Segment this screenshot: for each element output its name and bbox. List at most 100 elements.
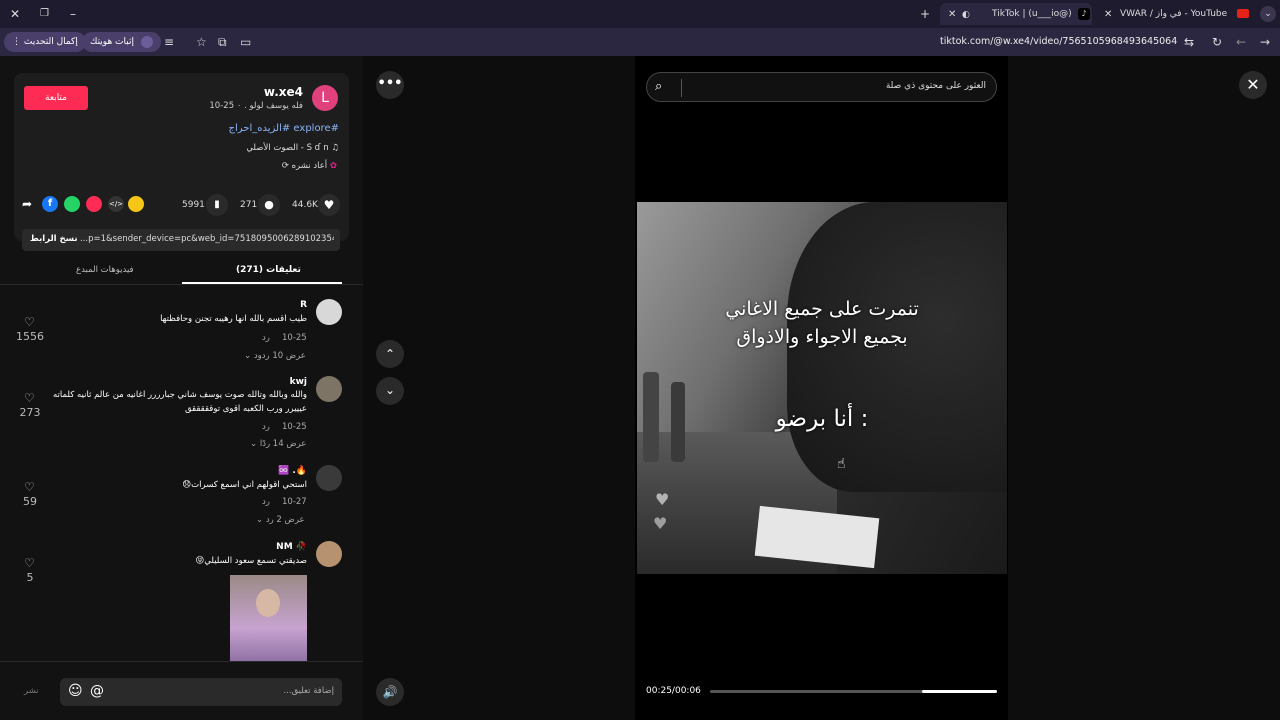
refresh-icon: ⟳ [281, 161, 289, 171]
extensions-icon[interactable]: ⧉ [218, 35, 227, 49]
video-frame[interactable]: تنمرت على جميع الاغاني بجميع الاجواء وال… [637, 202, 1007, 574]
heart-icon[interactable]: ♡ [24, 315, 35, 329]
post-link: ...p=1&sender_device=pc&web_id=751809500… [80, 234, 334, 244]
tab-label: VWAR / في واز - YouTube [1120, 9, 1228, 19]
site-settings-icon[interactable]: ⇆ [1184, 35, 1194, 49]
comment-input[interactable]: إضافة تعليق... ☺ @ [60, 678, 342, 706]
heart-icon[interactable]: ♡ [24, 556, 35, 570]
mention-icon[interactable]: @ [90, 683, 104, 699]
new-tab-icon[interactable]: + [920, 7, 930, 21]
tab-tiktok[interactable]: ✕ ◐ TikTok | (u___io@) ♪ [940, 3, 1092, 25]
address-bar[interactable]: tiktok.com/@w.xe4/video/7565105968493645… [940, 36, 1177, 47]
tab-search-icon[interactable]: ⌄ [1260, 6, 1276, 22]
search-icon[interactable]: ⌕ [655, 79, 662, 94]
sound-info[interactable]: الصوت الأصلي - S ɗ n ♫ [246, 143, 339, 153]
browser-tab-bar: ✕ ❐ – + ✕ ◐ TikTok | (u___io@) ♪ ✕ VWAR … [0, 0, 1280, 28]
avatar[interactable] [316, 299, 342, 325]
send-icon[interactable] [86, 196, 102, 212]
comment-placeholder: إضافة تعليق... [283, 686, 334, 696]
audio-icon[interactable]: ◐ [962, 8, 970, 22]
search-placeholder: العثور على محتوى ذي صلة [885, 81, 986, 91]
avatar[interactable] [316, 376, 342, 402]
avatar[interactable] [316, 541, 342, 567]
saves-count: 5991 [182, 200, 205, 210]
close-button[interactable]: ✕ [1239, 71, 1267, 99]
heart-icon[interactable]: ♡ [24, 391, 35, 405]
like-button[interactable]: ♥ [318, 194, 340, 216]
comment-button[interactable]: ● [258, 194, 280, 216]
overlay-text-line2: بجميع الاجواء والاذواق [736, 326, 908, 348]
emoji-icon[interactable]: ☺ [68, 683, 83, 699]
facebook-icon[interactable]: f [42, 196, 58, 212]
follow-button[interactable]: متابعة [24, 86, 88, 110]
more-dots-icon: ••• [377, 76, 403, 91]
reply-button[interactable]: رد [262, 422, 270, 432]
close-tab-icon[interactable]: ✕ [948, 8, 956, 22]
comment-author[interactable]: R [300, 300, 307, 310]
comment-author[interactable]: kwj [290, 377, 307, 387]
chevron-up-icon: ⌃ [384, 347, 396, 361]
bookmark-star-icon[interactable]: ☆ [196, 35, 207, 49]
comment-author[interactable]: NM 🥀 [276, 542, 307, 552]
screenshot-icon[interactable]: ▭ [240, 35, 251, 49]
more-options-button[interactable]: ••• [376, 71, 404, 99]
chevron-down-icon: ⌄ [384, 383, 396, 397]
reload-icon[interactable]: ↻ [1212, 35, 1222, 49]
next-video-button[interactable]: ⌄ [376, 377, 404, 405]
avatar[interactable] [316, 465, 342, 491]
floating-heart-icon: ♥ [653, 514, 668, 533]
flower-icon: ✿ [329, 161, 337, 171]
comment-item: kwj والله وبالله وتالله صوت يوسف شاني جب… [0, 375, 363, 465]
youtube-favicon-icon [1237, 9, 1249, 18]
reading-list-icon[interactable]: ≡ [164, 35, 174, 49]
whatsapp-icon[interactable] [64, 196, 80, 212]
save-button[interactable]: ▮ [206, 194, 228, 216]
search-divider [681, 79, 682, 97]
view-replies-button[interactable]: ⌄ عرض 2 رد [256, 515, 305, 525]
comment-author[interactable]: ♾️ .🔥 [278, 466, 307, 476]
speaker-icon: 🔊 [382, 685, 398, 699]
view-replies-button[interactable]: ⌄ عرض 10 ردود [244, 351, 306, 361]
forward-icon[interactable]: ← [1236, 35, 1246, 49]
verify-identity-button[interactable]: إثبات هويتك [82, 32, 161, 52]
back-icon[interactable]: → [1260, 35, 1270, 49]
minimize-window-icon[interactable]: – [70, 7, 76, 21]
comment-text: والله وبالله وتالله صوت يوسف شاني جباررر… [52, 390, 307, 400]
comment-composer: إضافة تعليق... ☺ @ نشر [0, 661, 363, 720]
like-count: 59 [23, 495, 37, 508]
previous-video-button[interactable]: ⌃ [376, 340, 404, 368]
reply-button[interactable]: رد [262, 333, 270, 343]
video-search-bar[interactable]: ⌕ العثور على محتوى ذي صلة [646, 72, 997, 102]
close-tab-icon[interactable]: ✕ [1104, 8, 1112, 22]
comment-image[interactable] [230, 575, 307, 663]
profile-icon [140, 35, 153, 48]
tab-youtube[interactable]: ✕ VWAR / في واز - YouTube [1100, 3, 1250, 25]
music-note-icon: ♫ [331, 143, 339, 153]
comment-date: 10-27 [282, 497, 307, 507]
hashtags[interactable]: #explore #الزيده_احراج [229, 123, 339, 134]
like-count: 273 [19, 406, 41, 419]
comment-text: صديقتي تسمع سعود السليلي😝 [195, 556, 307, 566]
progress-track[interactable] [710, 690, 997, 693]
update-button[interactable]: ⋮ إكمال التحديث [4, 32, 86, 52]
tab-creator-videos[interactable]: فيديوهات المبدع [76, 265, 134, 275]
coin-icon[interactable] [128, 196, 144, 212]
username[interactable]: w.xe4 [264, 85, 303, 99]
view-replies-button[interactable]: ⌄ عرض 14 ردًا [250, 439, 306, 449]
heart-icon[interactable]: ♡ [24, 480, 35, 494]
reply-button[interactable]: رد [262, 497, 270, 507]
divider [0, 284, 363, 285]
share-icon[interactable]: ➦ [22, 197, 32, 211]
comment-text: طيب اقسم بالله انها رهيبه تجنن وحافظتها [160, 314, 307, 324]
volume-button[interactable]: 🔊 [376, 678, 404, 706]
post-comment-button[interactable]: نشر [24, 686, 39, 696]
comment-item: NM 🥀 صديقتي تسمع سعود السليلي😝 ♡ 5 [0, 540, 363, 663]
copy-link-button[interactable]: نسخ الرابط [30, 234, 78, 244]
comment-item: R طيب اقسم بالله انها رهيبه تجنن وحافظته… [0, 298, 363, 374]
close-window-icon[interactable]: ✕ [10, 7, 20, 21]
avatar[interactable]: L [312, 85, 338, 111]
tiktok-favicon-icon: ♪ [1078, 8, 1090, 20]
tab-comments[interactable]: تعليقات (271) [236, 265, 301, 275]
restore-window-icon[interactable]: ❐ [40, 7, 49, 21]
embed-icon[interactable]: </> [108, 196, 124, 212]
